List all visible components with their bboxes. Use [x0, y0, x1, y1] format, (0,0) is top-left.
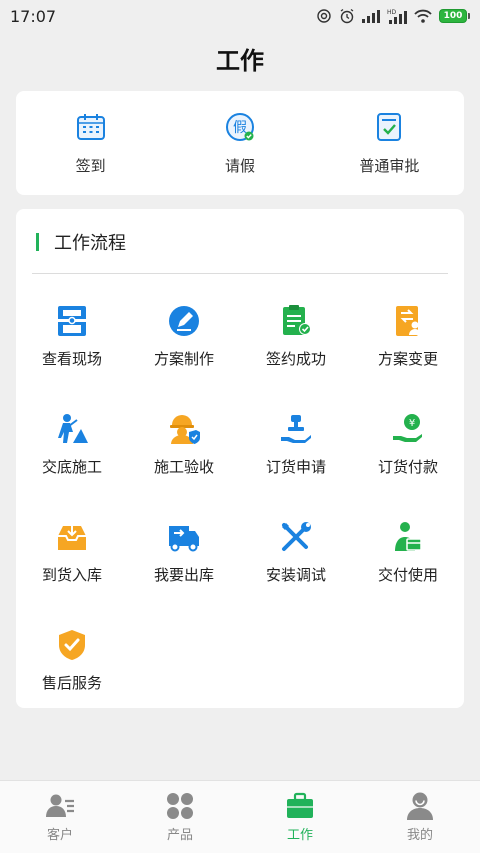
svg-text:¥: ¥	[409, 418, 415, 429]
workflow-item-order-payment[interactable]: ¥ 订货付款	[352, 400, 464, 508]
contract-icon	[279, 304, 313, 338]
product-icon	[165, 791, 195, 821]
status-time: 17:07	[10, 6, 57, 26]
briefcase-icon	[285, 791, 315, 821]
alarm-icon	[339, 8, 355, 24]
status-icons: HD 100	[316, 8, 470, 24]
workflow-grid: 查看现场 方案制作 签约成功 方案变更 交底施工 施工验收 订货申请 ¥ 订货付…	[16, 274, 464, 724]
quick-checkin-label: 签到	[75, 156, 106, 175]
svg-text:假: 假	[233, 120, 247, 136]
workflow-item-label: 施工验收	[153, 458, 214, 476]
page-title: 工作	[216, 47, 264, 75]
stamp-icon	[279, 412, 313, 446]
status-bar: 17:07 HD 100	[0, 0, 480, 32]
workflow-item-label: 签约成功	[265, 350, 326, 368]
worker-icon	[55, 412, 89, 446]
quick-approval-label: 普通审批	[359, 156, 420, 175]
workflow-item-aftersales[interactable]: 售后服务	[16, 616, 128, 724]
tab-label: 产品	[166, 828, 193, 843]
workflow-item-construction[interactable]: 交底施工	[16, 400, 128, 508]
workflow-title: 工作流程	[54, 233, 126, 254]
workflow-item-label: 交付使用	[377, 566, 438, 584]
tab-label: 客户	[46, 828, 73, 843]
inbox-icon	[55, 520, 89, 554]
quick-leave[interactable]: 假 请假	[165, 91, 314, 195]
tab-work[interactable]: 工作	[240, 781, 360, 853]
workflow-header: 工作流程	[16, 223, 464, 261]
wifi-icon	[414, 9, 432, 23]
calendar-icon	[75, 111, 107, 143]
tab-mine[interactable]: 我的	[360, 781, 480, 853]
signal-icon	[362, 9, 380, 23]
tools-icon	[279, 520, 313, 554]
workflow-item-label: 方案变更	[377, 350, 438, 368]
quick-leave-label: 请假	[224, 156, 255, 175]
workflow-item-label: 订货申请	[265, 458, 326, 476]
workflow-item-change[interactable]: 方案变更	[352, 292, 464, 400]
battery-level: 100	[439, 9, 467, 23]
quick-approval[interactable]: 普通审批	[315, 91, 464, 195]
quick-checkin[interactable]: 签到	[16, 91, 165, 195]
tab-customer[interactable]: 客户	[0, 781, 120, 853]
battery-icon: 100	[439, 9, 470, 23]
workflow-item-label: 查看现场	[41, 350, 102, 368]
site-icon	[55, 304, 89, 338]
svg-text:HD: HD	[387, 9, 397, 16]
leave-icon: 假	[224, 111, 256, 143]
helmet-icon	[167, 412, 201, 446]
workflow-item-inspection[interactable]: 施工验收	[128, 400, 240, 508]
workflow-item-outbound[interactable]: 我要出库	[128, 508, 240, 616]
payment-icon: ¥	[391, 412, 425, 446]
workflow-item-label: 交底施工	[41, 458, 102, 476]
workflow-item-contract[interactable]: 签约成功	[240, 292, 352, 400]
workflow-item-installation[interactable]: 安装调试	[240, 508, 352, 616]
tab-label: 我的	[406, 828, 433, 843]
workflow-item-site[interactable]: 查看现场	[16, 292, 128, 400]
delivery-icon	[391, 520, 425, 554]
shield-icon	[55, 628, 89, 662]
signal-hd-icon: HD	[387, 8, 407, 24]
truck-icon	[167, 520, 201, 554]
workflow-item-label: 方案制作	[153, 350, 214, 368]
workflow-item-label: 到货入库	[41, 566, 102, 584]
bottom-tab-bar: 客户 产品 工作 我的	[0, 780, 480, 853]
change-icon	[391, 304, 425, 338]
workflow-card: 工作流程 查看现场 方案制作 签约成功 方案变更 交底施工 施工验收 订货申请 …	[16, 209, 464, 708]
profile-icon	[405, 791, 435, 821]
tab-product[interactable]: 产品	[120, 781, 240, 853]
tab-label: 工作	[286, 828, 313, 843]
workflow-item-order-request[interactable]: 订货申请	[240, 400, 352, 508]
workflow-item-delivery[interactable]: 交付使用	[352, 508, 464, 616]
hotspot-icon	[316, 8, 332, 24]
workflow-item-receiving[interactable]: 到货入库	[16, 508, 128, 616]
section-accent-bar	[36, 233, 39, 251]
workflow-item-label: 售后服务	[41, 674, 102, 692]
customer-icon	[45, 791, 75, 821]
workflow-item-plan[interactable]: 方案制作	[128, 292, 240, 400]
pen-icon	[167, 304, 201, 338]
approval-icon	[373, 111, 405, 143]
workflow-item-label: 订货付款	[377, 458, 438, 476]
workflow-item-label: 安装调试	[265, 566, 326, 584]
workflow-item-label: 我要出库	[153, 566, 214, 584]
quick-actions-card: 签到 假 请假 普通审批	[16, 91, 464, 195]
